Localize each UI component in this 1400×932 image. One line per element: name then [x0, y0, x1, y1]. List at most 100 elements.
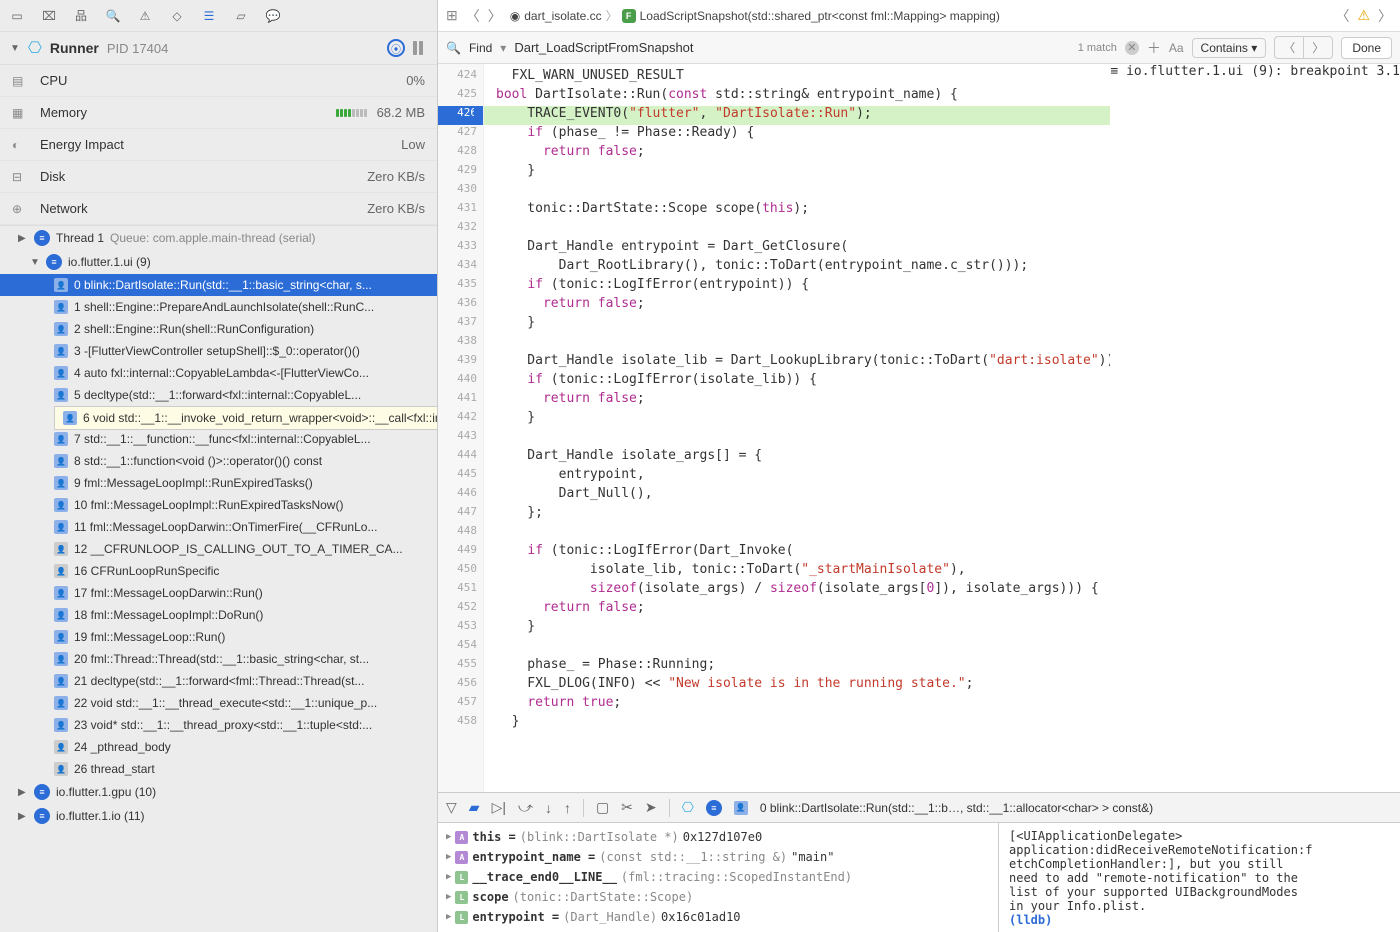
gutter[interactable]: 4244254264274284294304314324334344354364… — [438, 64, 484, 792]
stack-frame[interactable]: 👤12 __CFRUNLOOP_IS_CALLING_OUT_TO_A_TIME… — [0, 538, 437, 560]
stack-frame[interactable]: 👤6 void std::__1::__invoke_void_return_w… — [54, 406, 437, 430]
stack-frame[interactable]: 👤24 _pthread_body — [0, 736, 437, 758]
related-items-icon[interactable]: ⊞ — [446, 7, 458, 24]
chevron-right-icon[interactable]: ▶ — [18, 233, 28, 244]
stack-frame[interactable]: 👤22 void std::__1::__thread_execute<std:… — [0, 692, 437, 714]
variables-view[interactable]: ▶Athis = (blink::DartIsolate *) 0x127d10… — [438, 823, 998, 932]
step-out-icon[interactable]: ↑ — [564, 800, 571, 816]
pause-icon[interactable] — [413, 41, 427, 55]
continue-icon[interactable]: ▷| — [492, 799, 506, 816]
stack-frame[interactable]: 👤2 shell::Engine::Run(shell::RunConfigur… — [0, 318, 437, 340]
chevron-right-icon[interactable]: ▶ — [18, 811, 28, 822]
source-control-icon[interactable]: ⌧ — [40, 7, 58, 25]
stack-frame[interactable]: 👤19 fml::MessageLoop::Run() — [0, 626, 437, 648]
find-bar: 🔍 Find ▾ Dart_LoadScriptFromSnapshot 1 m… — [438, 32, 1400, 64]
breakpoint-icon[interactable]: ▱ — [232, 7, 250, 25]
stack-frame[interactable]: 👤23 void* std::__1::__thread_proxy<std::… — [0, 714, 437, 736]
stack-frame[interactable]: 👤20 fml::Thread::Thread(std::__1::basic_… — [0, 648, 437, 670]
stack-frame[interactable]: 👤3 -[FlutterViewController setupShell]::… — [0, 340, 437, 362]
metric-disk[interactable]: ⊟ Disk Zero KB/s — [0, 161, 437, 193]
breakpoints-toggle-icon[interactable]: ▰ — [469, 799, 480, 816]
lldb-prompt[interactable]: (lldb) — [1009, 913, 1390, 927]
frame-icon: 👤 — [54, 498, 68, 512]
test-icon[interactable]: ◇ — [168, 7, 186, 25]
done-button[interactable]: Done — [1341, 37, 1392, 59]
folder-icon[interactable]: ▭ — [8, 7, 26, 25]
contains-dropdown[interactable]: Contains ▾ — [1192, 38, 1267, 58]
stack-frame[interactable]: 👤16 CFRunLoopRunSpecific — [0, 560, 437, 582]
stack-frame[interactable]: 👤10 fml::MessageLoopImpl::RunExpiredTask… — [0, 494, 437, 516]
thread-icon[interactable]: ≡ — [706, 800, 722, 816]
back-button[interactable]: 〈 — [466, 6, 480, 26]
debug-icon[interactable]: ☰ — [200, 7, 218, 25]
variable-row[interactable]: ▶Athis = (blink::DartIsolate *) 0x127d10… — [446, 827, 990, 847]
disclosure-icon[interactable]: ▼ — [10, 43, 20, 54]
forward-button[interactable]: 〉 — [488, 6, 502, 26]
next-issue-icon[interactable]: 〉 — [1378, 6, 1392, 26]
case-toggle[interactable]: Aa — [1169, 41, 1184, 55]
stack-frame[interactable]: 👤21 decltype(std::__1::forward<fml::Thre… — [0, 670, 437, 692]
stack-frame[interactable]: 👤18 fml::MessageLoopImpl::DoRun() — [0, 604, 437, 626]
stack-frame[interactable]: 👤7 std::__1::__function::__func<fxl::int… — [0, 428, 437, 450]
metric-memory[interactable]: ▦ Memory 68.2 MB — [0, 97, 437, 129]
stack-frame[interactable]: 👤4 auto fxl::internal::CopyableLambda<-[… — [0, 362, 437, 384]
toggle-console-icon[interactable]: ▽ — [446, 799, 457, 816]
file-crumb[interactable]: dart_isolate.cc — [524, 9, 601, 23]
thread-list[interactable]: ▶ ≡ Thread 1 Queue: com.apple.main-threa… — [0, 226, 437, 932]
step-over-icon[interactable]: ⤻ — [518, 799, 533, 816]
code[interactable]: FXL_WARN_UNUSED_RESULTbool DartIsolate::… — [484, 64, 1110, 792]
search-icon[interactable]: 🔍 — [104, 7, 122, 25]
location-icon[interactable]: ⦿ — [387, 39, 405, 57]
find-nav[interactable]: 〈〉 — [1274, 36, 1333, 59]
console[interactable]: [<UIApplicationDelegate>application:didR… — [998, 823, 1400, 932]
chevron-right-icon[interactable]: ▶ — [18, 787, 28, 798]
chevron-right-icon[interactable]: ▶ — [446, 912, 451, 922]
thread-gpu[interactable]: ▶ ≡ io.flutter.1.gpu (10) — [0, 780, 437, 804]
chevron-right-icon[interactable]: ▶ — [446, 892, 451, 902]
variable-row[interactable]: ▶L__trace_end0__LINE__ (fml::tracing::Sc… — [446, 867, 990, 887]
source-editor[interactable]: 4244254264274284294304314324334344354364… — [438, 64, 1400, 792]
memory-graph-icon[interactable]: ✂ — [621, 799, 633, 816]
prev-issue-icon[interactable]: 〈 — [1335, 6, 1349, 26]
stack-frame[interactable]: 👤9 fml::MessageLoopImpl::RunExpiredTasks… — [0, 472, 437, 494]
flutter-icon[interactable]: ⎔ — [682, 799, 694, 816]
clear-icon[interactable]: ✕ — [1125, 41, 1139, 55]
breakpoint-marker[interactable]: ≡ io.flutter.1.ui (9): breakpoint 3.1 — [1110, 64, 1400, 792]
chevron-right-icon[interactable]: ▶ — [446, 872, 451, 882]
metric-network[interactable]: ⊕ Network Zero KB/s — [0, 193, 437, 225]
chevron-down-icon[interactable]: ▾ — [500, 41, 506, 55]
stack-frame[interactable]: 👤26 thread_start — [0, 758, 437, 780]
variable-row[interactable]: ▶Lentrypoint = (Dart_Handle) 0x16c01ad10 — [446, 907, 990, 927]
chevron-right-icon[interactable]: ▶ — [446, 852, 451, 862]
variable-row[interactable]: ▶Lscope (tonic::DartState::Scope) — [446, 887, 990, 907]
stack-frame[interactable]: 👤1 shell::Engine::PrepareAndLaunchIsolat… — [0, 296, 437, 318]
step-in-icon[interactable]: ↓ — [545, 800, 552, 816]
thread-1[interactable]: ▶ ≡ Thread 1 Queue: com.apple.main-threa… — [0, 226, 437, 250]
add-button[interactable]: ＋ — [1147, 38, 1161, 58]
metric-cpu[interactable]: ▤ CPU 0% — [0, 65, 437, 97]
frame-location[interactable]: 0 blink::DartIsolate::Run(std::__1::b…, … — [760, 801, 1153, 815]
chevron-down-icon[interactable]: ▼ — [30, 257, 40, 268]
view-hierarchy-icon[interactable]: ▢ — [596, 799, 609, 816]
find-query[interactable]: Dart_LoadScriptFromSnapshot — [514, 40, 693, 55]
thread-ui[interactable]: ▼ ≡ io.flutter.1.ui (9) — [0, 250, 437, 274]
metric-energy[interactable]: ◐ Energy Impact Low — [0, 129, 437, 161]
process-row[interactable]: ▼ ⎔ Runner PID 17404 ⦿ — [0, 32, 437, 65]
stack-frame[interactable]: 👤8 std::__1::function<void ()>::operator… — [0, 450, 437, 472]
location-icon[interactable]: ➤ — [645, 799, 657, 816]
chevron-right-icon[interactable]: ▶ — [446, 832, 451, 842]
stack-frame[interactable]: 👤11 fml::MessageLoopDarwin::OnTimerFire(… — [0, 516, 437, 538]
stack-frame[interactable]: 👤17 fml::MessageLoopDarwin::Run() — [0, 582, 437, 604]
stack-frame[interactable]: 👤5 decltype(std::__1::forward<fxl::inter… — [0, 384, 437, 406]
find-mode-dropdown[interactable]: Find — [469, 41, 492, 55]
warning-icon[interactable]: ⚠ — [1357, 7, 1370, 24]
stack-frame[interactable]: 👤0 blink::DartIsolate::Run(std::__1::bas… — [0, 274, 437, 296]
variable-row[interactable]: ▶Aentrypoint_name = (const std::__1::str… — [446, 847, 990, 867]
thread-io[interactable]: ▶ ≡ io.flutter.1.io (11) — [0, 804, 437, 828]
issue-icon[interactable]: ⚠ — [136, 7, 154, 25]
process-name: Runner — [50, 40, 99, 56]
jump-bar[interactable]: ⊞ 〈 〉 ◉ dart_isolate.cc 〉 F LoadScriptSn… — [438, 0, 1400, 32]
symbol-icon[interactable]: 品 — [72, 7, 90, 25]
func-crumb[interactable]: LoadScriptSnapshot(std::shared_ptr<const… — [640, 9, 1000, 23]
report-icon[interactable]: 💬 — [264, 7, 282, 25]
